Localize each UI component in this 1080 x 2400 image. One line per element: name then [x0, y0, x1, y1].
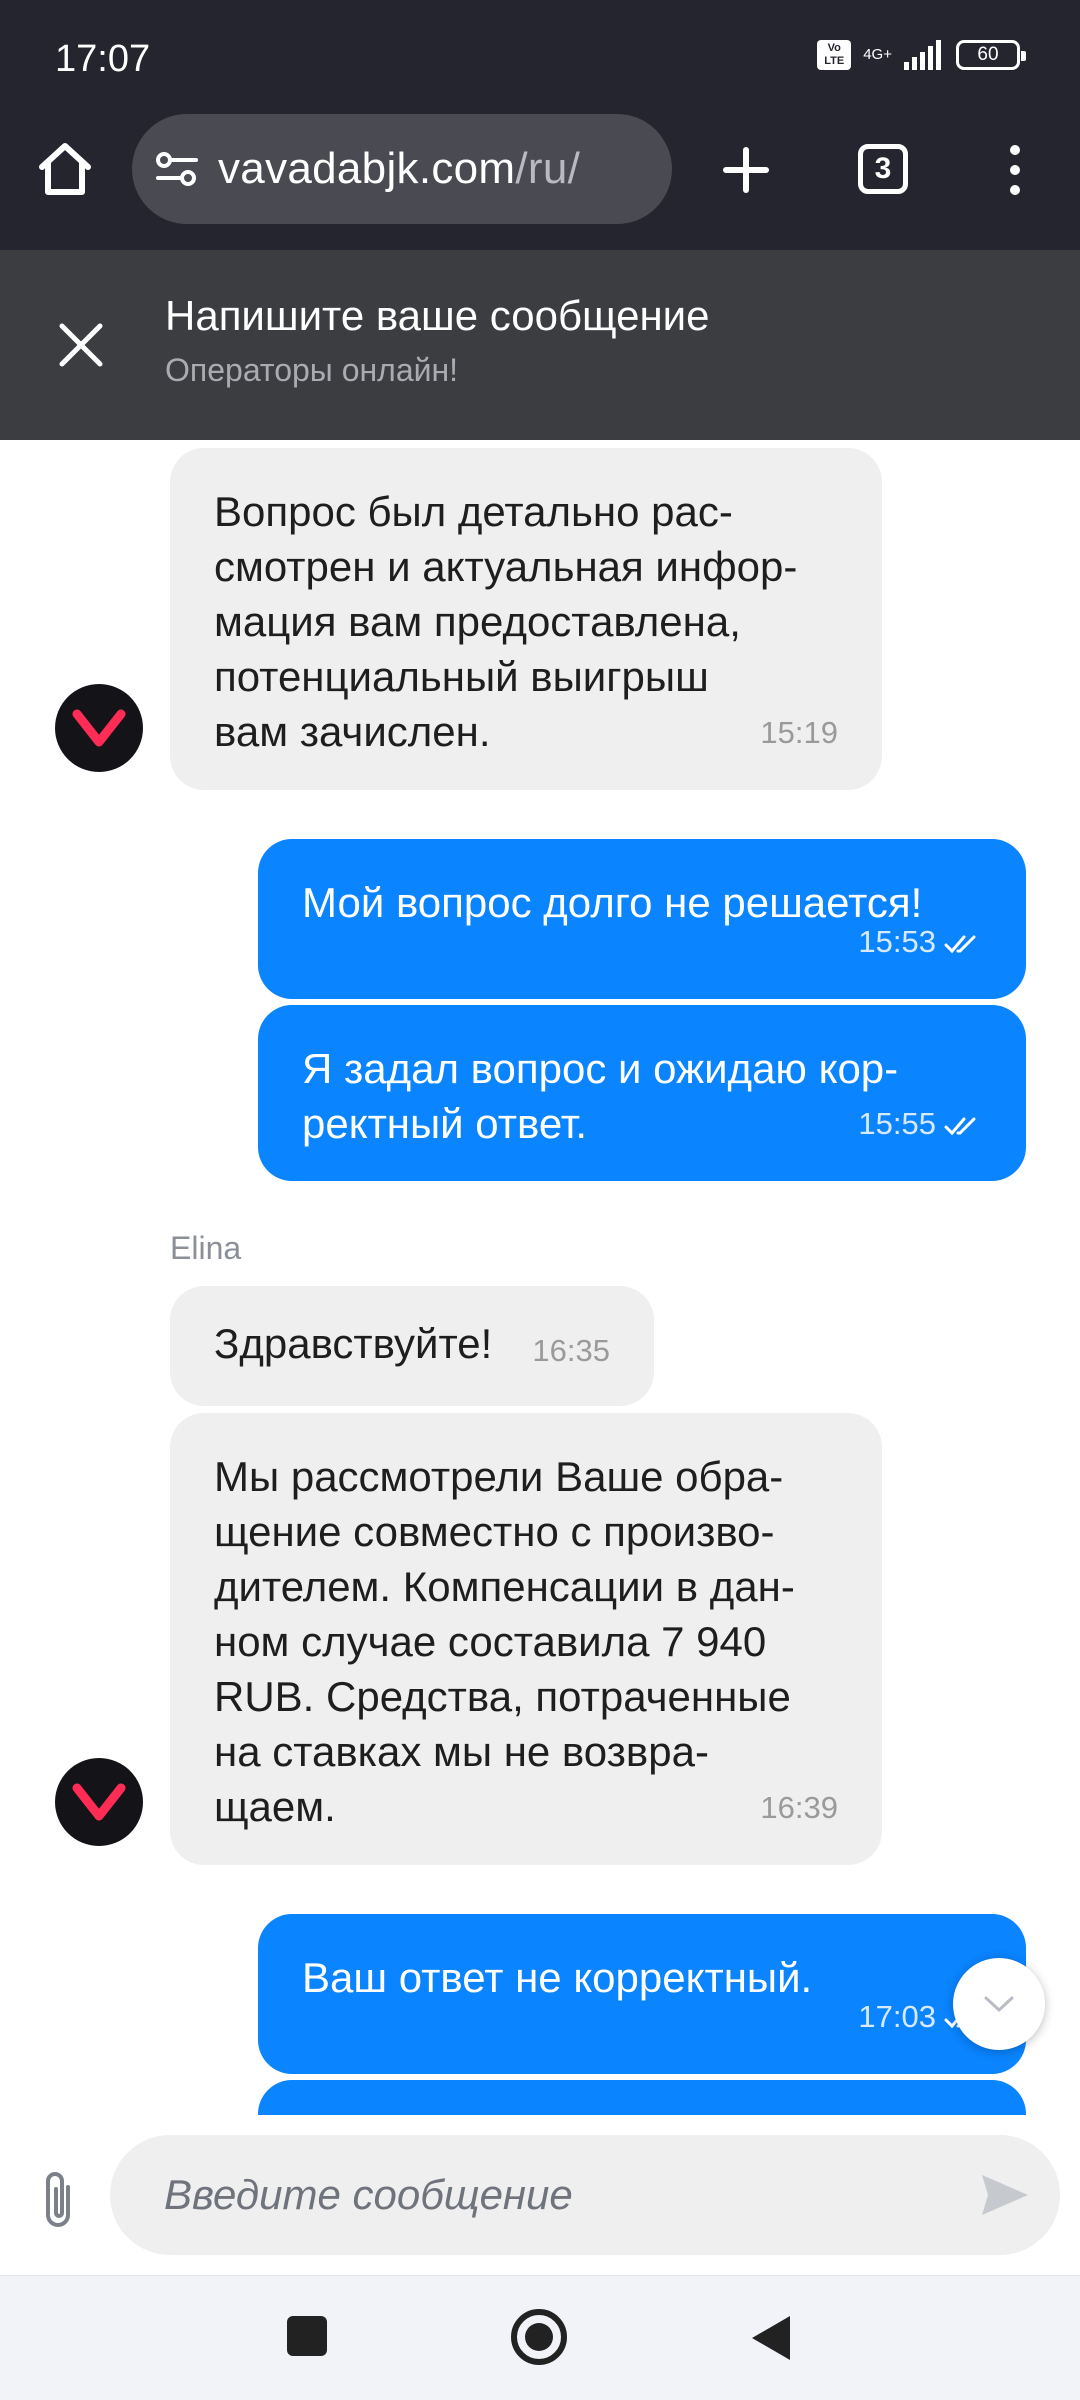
sender-name: Elina [170, 1230, 242, 1266]
home-icon [39, 143, 91, 195]
message-time: 15:19 [760, 715, 838, 750]
message-incoming: Вопрос был детально рас- смотрен и актуа… [170, 448, 882, 790]
address-bar[interactable]: vavadabjk.com/ru/ [132, 114, 672, 224]
menu-dot [1010, 145, 1020, 155]
message-list[interactable]: Вопрос был детально рас- смотрен и актуа… [0, 440, 1080, 2115]
paperclip-icon[interactable] [30, 2165, 86, 2235]
home-nav-button[interactable] [511, 2309, 567, 2365]
close-icon[interactable] [52, 316, 110, 374]
browser-menu-button[interactable] [990, 134, 1040, 206]
volte-icon: Vo LTE [817, 40, 852, 70]
vavada-logo-icon [72, 1783, 126, 1821]
url-text: vavadabjk.com/ru/ [218, 144, 580, 194]
chat-subtitle: Операторы онлайн! [165, 352, 459, 388]
vavada-logo-icon [72, 709, 126, 747]
menu-dot [1010, 185, 1020, 195]
network-type: 4G+ [863, 46, 892, 63]
message-time: 17:03 [858, 1999, 936, 2034]
browser-toolbar: vavadabjk.com/ru/ 3 [0, 112, 1080, 250]
message-time: 15:53 [858, 924, 936, 959]
operator-avatar [55, 1758, 143, 1846]
message-text: Мы рассмотрели Ваше обра- щение совместн… [214, 1453, 795, 1830]
recents-button[interactable] [287, 2316, 327, 2356]
message-time: 16:35 [532, 1333, 610, 1368]
url-path: /ru/ [515, 144, 581, 193]
message-incoming: Здравствуйте! 16:35 [170, 1286, 654, 1406]
status-time: 17:07 [55, 38, 151, 80]
read-check-icon [944, 1117, 976, 1136]
send-icon[interactable] [980, 2173, 1030, 2217]
operator-avatar [55, 684, 143, 772]
message-time: 15:55 [858, 1106, 936, 1141]
chat-header: Напишите ваше сообщение Операторы онлайн… [0, 250, 1080, 440]
message-text: Вопрос был детально рас- смотрен и актуа… [214, 488, 798, 755]
status-bar: 17:07 Vo LTE 4G+ 60 [0, 0, 1080, 112]
tab-switcher-button[interactable]: 3 [858, 144, 908, 194]
chevron-down-icon [984, 1996, 1014, 2013]
site-settings-icon[interactable] [154, 146, 200, 192]
plus-icon [723, 147, 769, 193]
message-time: 16:39 [760, 1790, 838, 1825]
home-button[interactable] [30, 134, 100, 204]
message-input[interactable] [164, 2135, 944, 2255]
message-composer [0, 2115, 1080, 2275]
status-icons: Vo LTE 4G+ 60 [817, 40, 1026, 70]
chat-title: Напишите ваше сообщение [165, 292, 710, 339]
message-incoming: Мы рассмотрели Ваше обра- щение совместн… [170, 1413, 882, 1865]
message-outgoing-partial [258, 2080, 1026, 2115]
message-outgoing: Я задал вопрос и ожидаю кор- ректный отв… [258, 1005, 1026, 1181]
message-outgoing: Мой вопрос долго не решается! 15:53 [258, 839, 1026, 999]
message-time-wrap: 15:53 [858, 914, 980, 969]
new-tab-button[interactable] [710, 134, 782, 206]
menu-dot [1010, 165, 1020, 175]
battery-icon: 60 [956, 40, 1026, 70]
scroll-to-bottom-button[interactable] [953, 1958, 1045, 2050]
read-check-icon [944, 935, 976, 954]
message-outgoing: Ваш ответ не корректный. 17:03 [258, 1914, 1026, 2074]
message-time-wrap: 15:55 [858, 1096, 980, 1151]
url-domain: vavadabjk.com [218, 144, 516, 193]
back-button[interactable] [752, 2316, 790, 2360]
signal-icon [904, 40, 941, 70]
system-navigation-bar [0, 2275, 1080, 2400]
message-input-container [110, 2135, 1060, 2255]
